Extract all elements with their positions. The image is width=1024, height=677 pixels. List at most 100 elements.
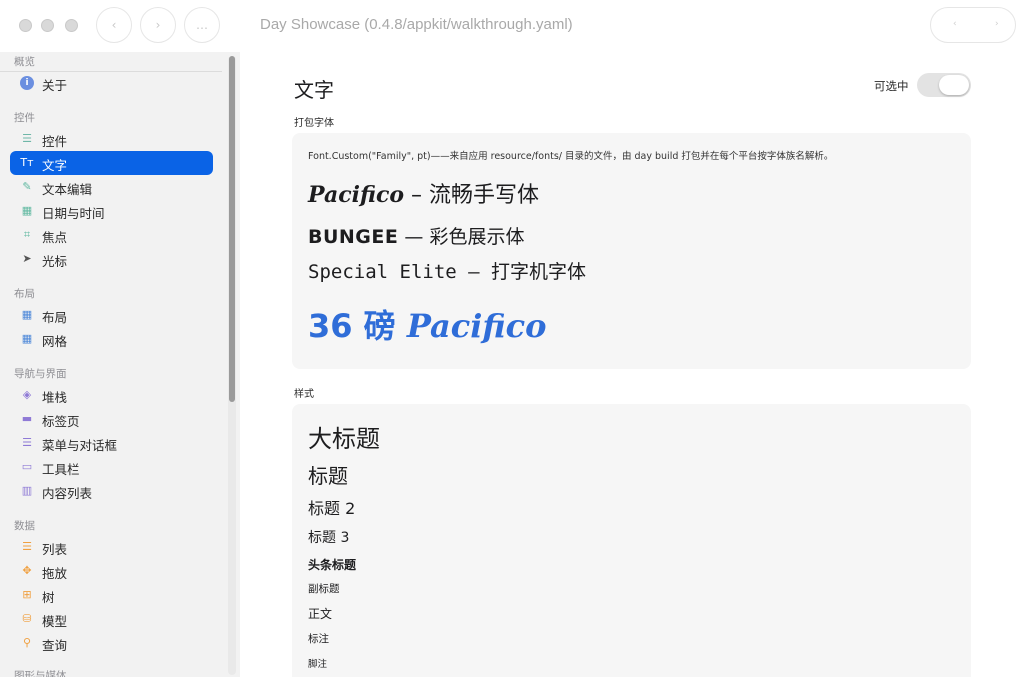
text-icon: Tт bbox=[20, 156, 34, 169]
sidebar-section-label: 图形与媒体 bbox=[14, 670, 67, 677]
styles-card: 大标题 标题 标题 2 标题 3 头条标题 副标题 正文 标注 脚注 bbox=[292, 404, 971, 677]
sidebar-item-label: 菜单与对话框 bbox=[42, 438, 118, 453]
sidebar-item[interactable]: ✥ 拖放 bbox=[10, 559, 213, 583]
doc-edit-icon: ✎ bbox=[22, 180, 32, 193]
focus-icon: ⌗ bbox=[23, 228, 31, 241]
sidebar-item-label: 列表 bbox=[42, 542, 68, 557]
sidebar-section-label: 布局 bbox=[14, 288, 35, 300]
sidebar-item-label: 控件 bbox=[42, 134, 68, 149]
tree-icon: ⊞ bbox=[22, 588, 32, 601]
title-bar: ‹ › … Day Showcase (0.4.8/appkit/walkthr… bbox=[0, 0, 1024, 52]
selectable-toggle[interactable] bbox=[917, 73, 971, 97]
sidebar-item[interactable]: ☰ 列表 bbox=[10, 535, 213, 559]
chevron-left-icon[interactable]: ‹ bbox=[953, 19, 957, 29]
sidebar-item-label: 树 bbox=[42, 590, 55, 605]
sidebar-item-label: 日期与时间 bbox=[42, 206, 105, 221]
sidebar-item-label: 模型 bbox=[42, 614, 68, 629]
toolbar-segmented-control[interactable]: ‹ › bbox=[930, 7, 1016, 43]
packaged-fonts-card: Font.Custom("Family", pt)——来自应用 resource… bbox=[292, 133, 971, 369]
sidebar-item-label: 焦点 bbox=[42, 230, 68, 245]
database-icon: ⛁ bbox=[22, 612, 32, 625]
sidebar-item[interactable]: ▭ 工具栏 bbox=[10, 455, 213, 479]
sidebar-item-label: 光标 bbox=[42, 254, 68, 269]
drag-move-icon: ✥ bbox=[22, 564, 32, 577]
sidebar-item[interactable]: i 关于 bbox=[10, 71, 213, 95]
forward-button[interactable]: › bbox=[140, 7, 176, 43]
sidebar-scrollbar[interactable] bbox=[228, 56, 236, 675]
style-headline: 头条标题 bbox=[308, 558, 357, 572]
sidebar-section-label: 数据 bbox=[14, 520, 35, 532]
style-callout: 标注 bbox=[308, 633, 329, 645]
bungee-name: BUNGEE bbox=[308, 226, 399, 248]
style-title-3: 标题 3 bbox=[308, 530, 350, 546]
sidebar-item[interactable]: ▦ 布局 bbox=[10, 303, 213, 327]
sidebar-item[interactable]: ⚲ 查询 bbox=[10, 631, 213, 655]
info-icon: i bbox=[20, 76, 34, 90]
calendar-icon: ▦ bbox=[21, 204, 33, 217]
search-icon: ⚲ bbox=[22, 636, 32, 649]
large-sample-prefix: 36 磅 bbox=[308, 307, 407, 345]
sidebar-item-label: 内容列表 bbox=[42, 486, 93, 501]
sidebar-item[interactable]: ⌗ 焦点 bbox=[10, 223, 213, 247]
style-title: 标题 bbox=[308, 464, 348, 488]
sidebar-item[interactable]: ▥ 内容列表 bbox=[10, 479, 213, 503]
sidebar-item[interactable]: ◈ 堆栈 bbox=[10, 383, 213, 407]
list-icon: ☰ bbox=[22, 540, 32, 553]
pacifico-desc: – 流畅手写体 bbox=[404, 183, 540, 208]
more-icon: … bbox=[196, 18, 208, 32]
sidebar-item-label: 堆栈 bbox=[42, 390, 68, 405]
page-title: 文字 bbox=[294, 78, 334, 102]
style-footnote: 脚注 bbox=[308, 659, 328, 670]
chevron-right-icon: › bbox=[155, 18, 161, 32]
sidebar-item[interactable]: ⊞ 树 bbox=[10, 583, 213, 607]
sidebar-item[interactable]: ➤ 光标 bbox=[10, 247, 213, 271]
more-button[interactable]: … bbox=[184, 7, 220, 43]
sidebar-scrollbar-thumb[interactable] bbox=[229, 56, 235, 402]
sidebar-item[interactable]: ☰ 控件 bbox=[10, 127, 213, 151]
sidebar-item[interactable]: ▬ 标签页 bbox=[10, 407, 213, 431]
stack-icon: ◈ bbox=[22, 388, 32, 401]
sidebar-item-label: 文字 bbox=[42, 158, 68, 173]
sliders-icon: ☰ bbox=[22, 132, 32, 145]
sidebar-item[interactable]: ▦ 网格 bbox=[10, 327, 213, 351]
cursor-icon: ➤ bbox=[22, 252, 32, 265]
selectable-label: 可选中 bbox=[874, 79, 909, 93]
style-body: 正文 bbox=[308, 607, 333, 621]
pacifico-sample: Pacifico – 流畅手写体 bbox=[308, 177, 539, 209]
zoom-window-button[interactable] bbox=[65, 19, 78, 32]
sidebar-item[interactable]: ☰ 菜单与对话框 bbox=[10, 431, 213, 455]
toggle-knob[interactable] bbox=[939, 75, 969, 95]
sidebar-section-label: 概览 bbox=[14, 56, 35, 68]
sidebar-item[interactable]: ✎ 文本编辑 bbox=[10, 175, 213, 199]
sidebar-item-label: 网格 bbox=[42, 334, 68, 349]
style-title-2: 标题 2 bbox=[308, 499, 356, 518]
grid-icon: ▦ bbox=[21, 332, 33, 345]
packaged-fonts-heading: 打包字体 bbox=[294, 118, 334, 129]
sidebar-item-label: 工具栏 bbox=[42, 462, 80, 477]
chevron-right-icon[interactable]: › bbox=[995, 19, 999, 29]
special-elite-sample: Special Elite — 打字机字体 bbox=[308, 261, 587, 283]
sidebar-item-label: 标签页 bbox=[42, 414, 80, 429]
bungee-desc: — 彩色展示体 bbox=[398, 226, 525, 248]
close-window-button[interactable] bbox=[19, 19, 32, 32]
minimize-window-button[interactable] bbox=[41, 19, 54, 32]
styles-heading: 样式 bbox=[294, 389, 314, 400]
pacifico-name: Pacifico bbox=[308, 182, 405, 208]
sidebar: 概览 i 关于 控件 ☰ 控件 Tт 文字 ✎ 文本编辑 ▦ 日期与时间 ⌗ 焦点 ➤ 光标 布局 ▦ 布局 ▦ 网格导… bbox=[0, 52, 240, 677]
sidebar-item[interactable]: ⛁ 模型 bbox=[10, 607, 213, 631]
sidebar-item[interactable]: ▦ 日期与时间 bbox=[10, 199, 213, 223]
font-custom-note: Font.Custom("Family", pt)——来自应用 resource… bbox=[308, 151, 834, 162]
sidebar-item-label: 文本编辑 bbox=[42, 182, 93, 197]
sidebar-section-label: 导航与界面 bbox=[14, 368, 67, 380]
sidebar-item[interactable]: Tт 文字 bbox=[10, 151, 213, 175]
layout-icon: ▦ bbox=[21, 308, 33, 321]
large-sample-script: Pacifico bbox=[406, 307, 547, 345]
window-title: Day Showcase (0.4.8/appkit/walkthrough.y… bbox=[260, 16, 573, 33]
back-button[interactable]: ‹ bbox=[96, 7, 132, 43]
sidebar-item-label: 关于 bbox=[42, 78, 68, 93]
style-large-title: 大标题 bbox=[308, 425, 380, 453]
columns-icon: ▥ bbox=[21, 484, 33, 497]
tabs-icon: ▬ bbox=[21, 412, 33, 425]
large-pacifico-sample: 36 磅 Pacifico bbox=[308, 301, 547, 347]
sidebar-item-label: 拖放 bbox=[42, 566, 68, 581]
